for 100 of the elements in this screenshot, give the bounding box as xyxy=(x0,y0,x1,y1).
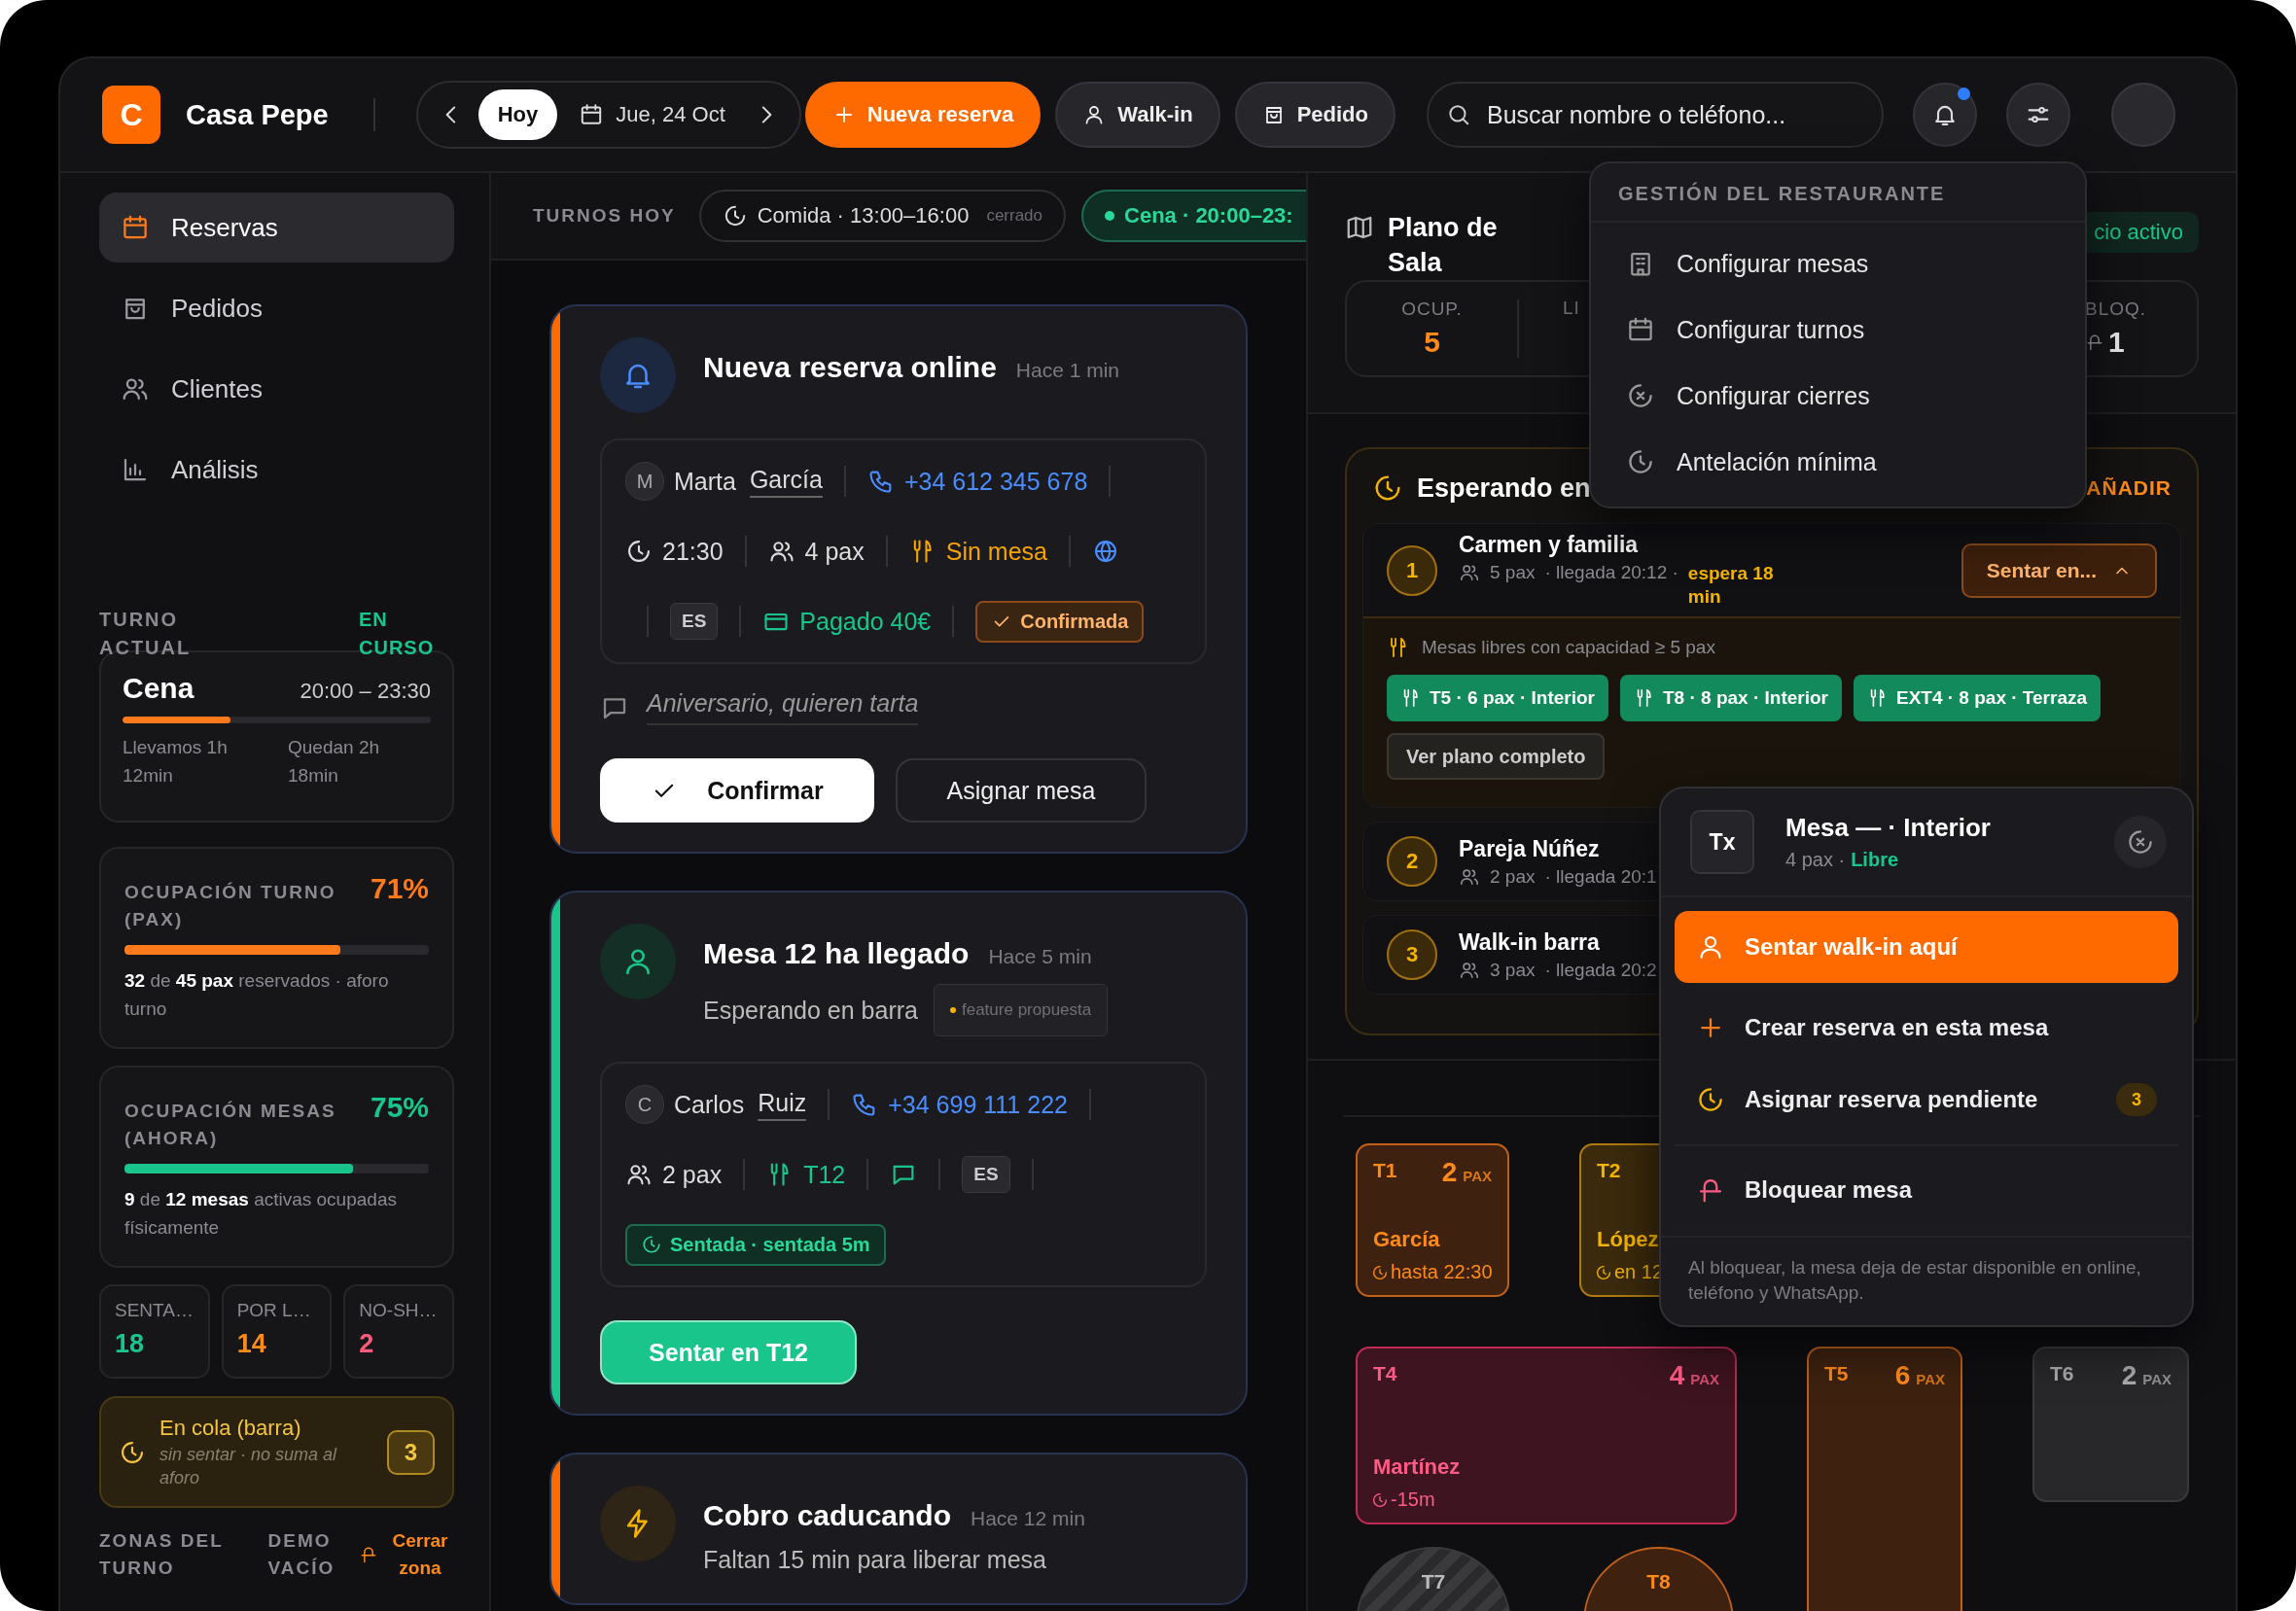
position-badge: 3 xyxy=(1387,929,1437,980)
table-code: T4 xyxy=(1373,1362,1397,1384)
action-label: Crear reserva en esta mesa xyxy=(1745,1014,2049,1041)
language-badge: ES xyxy=(670,603,719,640)
add-button[interactable]: AÑADIR xyxy=(2086,476,2172,500)
shift-tab[interactable]: Comida · 13:00–16:00 cerrado xyxy=(698,190,1067,242)
arrival-time: · llegada 20:2 xyxy=(1544,959,1657,981)
table-code: T8 xyxy=(1646,1570,1671,1594)
availability-status: Libre xyxy=(1851,849,1899,871)
note-text: Aniversario, quieren tarta xyxy=(647,689,919,725)
table-suggestion[interactable]: EXT4 · 8 pax · Terraza xyxy=(1853,675,2102,721)
nav-item[interactable]: Reservas xyxy=(99,193,454,263)
status-dot xyxy=(1105,211,1115,221)
table-code: T5 xyxy=(1824,1362,1849,1384)
table-code: T7 xyxy=(1421,1570,1446,1594)
position-badge: 2 xyxy=(1387,836,1437,887)
nav-item[interactable]: Clientes xyxy=(99,354,454,424)
search-field[interactable]: Buscar nombre o teléfono... xyxy=(1427,82,1884,148)
table-time: hasta 22:30 xyxy=(1391,1261,1493,1283)
nav-item[interactable]: Pedidos xyxy=(99,273,454,343)
timestamp: Hace 1 min xyxy=(1015,359,1120,382)
party-size: 2 pax xyxy=(662,1160,723,1189)
shift-tab[interactable]: Cena · 20:00–23: xyxy=(1081,190,1306,242)
section-heading: ZONAS DEL TURNO xyxy=(99,1529,225,1580)
hint-text: Mesas libres con capacidad ≥ 5 pax xyxy=(1422,637,1715,658)
card-title: OCUPACIÓN MESAS (AHORA) xyxy=(124,1100,337,1150)
stat-label: NO-SH… xyxy=(359,1300,439,1321)
logo: C xyxy=(102,86,160,144)
table-assignment: T12 xyxy=(803,1160,846,1189)
initial-avatar: M xyxy=(625,462,664,501)
capacity: 6 xyxy=(1894,1360,1911,1391)
order-button[interactable]: Pedido xyxy=(1234,82,1395,148)
stat-value: 5 xyxy=(1424,326,1440,359)
table[interactable]: T5 6 PAX xyxy=(1807,1347,1962,1611)
payment-status: Pagado 40€ xyxy=(799,607,932,636)
seat-dropdown-button[interactable]: Sentar en... xyxy=(1960,543,2157,598)
close-zone-link[interactable]: Cerrar zona xyxy=(386,1527,454,1582)
arrival-time: · llegada 20:12 · xyxy=(1544,562,1678,583)
menu-item[interactable]: Crear reserva en esta mesa xyxy=(1675,993,2178,1063)
table-suggestion[interactable]: T8 · 8 pax · Interior xyxy=(1620,675,1842,721)
waitlist-entry[interactable]: 1 Carmen y familia 5 pax · llegada 20:12 · espera 18 min Sentar en... Mesas libres con capacidad ≥ 5 pax T5 · 6 pax · Interior T8 · 8 pax · Interior EXT4 · 8 pax · Terraza Ver plano completo xyxy=(1362,523,2181,808)
table-code: T6 xyxy=(2050,1362,2074,1384)
queue-title: En cola (barra) xyxy=(159,1415,302,1441)
notification-subtitle: Esperando en barra xyxy=(703,996,918,1025)
table[interactable]: T4 4 PAX Martínez -15m xyxy=(1356,1347,1737,1524)
walk-in-button[interactable]: Walk-in xyxy=(1055,82,1220,148)
table-assignment: Sin mesa xyxy=(945,537,1047,566)
stat-value: 2 xyxy=(359,1329,375,1359)
table[interactable]: T7 xyxy=(1356,1547,1511,1611)
occupancy-note: 9 de 12 mesas activas ocupadas físicamente xyxy=(124,1188,398,1240)
confirm-button[interactable]: Confirmar xyxy=(600,758,874,823)
stat-value: 1 xyxy=(2108,326,2125,359)
capacity: 2 xyxy=(1441,1157,1458,1188)
guest-name: Carmen y familia xyxy=(1459,532,1640,558)
clock-icon xyxy=(641,1234,662,1255)
first-name: Carlos xyxy=(674,1090,745,1119)
demo-label: DEMO VACÍO xyxy=(267,1529,336,1580)
occupancy-note: 32 de 45 pax reservados · aforo turno xyxy=(124,969,390,1021)
count-badge: 3 xyxy=(2116,1083,2157,1116)
date-picker[interactable]: Jue, 24 Oct xyxy=(565,102,739,127)
table[interactable]: T8 xyxy=(1583,1547,1734,1611)
menu-item[interactable]: Asignar reserva pendiente 3 xyxy=(1675,1065,2178,1135)
guest-name: Martínez xyxy=(1373,1454,1461,1480)
menu-item[interactable]: Bloquear mesa xyxy=(1675,1144,2178,1234)
menu-item[interactable]: Configurar cierres xyxy=(1591,363,2085,429)
timestamp: Hace 5 min xyxy=(988,945,1092,968)
guest-name: Walk-in barra xyxy=(1459,928,1601,956)
remaining-text: Quedan 2h 18min xyxy=(288,736,381,788)
booking-time: 21:30 xyxy=(662,537,724,566)
phone-link[interactable]: +34 612 345 678 xyxy=(866,467,1088,496)
capacity-unit: PAX xyxy=(1690,1371,1719,1387)
search-icon xyxy=(1446,102,1471,127)
status-text: Confirmada xyxy=(1020,610,1129,633)
table-code-badge: Tx xyxy=(1690,810,1754,874)
stat-label: LI xyxy=(1563,298,1580,319)
party-size: 5 pax xyxy=(1490,562,1536,583)
capacity-unit: PAX xyxy=(1916,1371,1945,1387)
table-suggestion[interactable]: T5 · 6 pax · Interior xyxy=(1387,675,1608,721)
assign-table-button[interactable]: Asignar mesa xyxy=(896,758,1147,823)
section-heading: TURNO ACTUAL xyxy=(99,608,193,660)
party-size: 2 pax xyxy=(1490,865,1536,888)
queue-subtitle: sin sentar · no suma al aforo xyxy=(159,1443,338,1489)
section-heading: TURNOS HOY xyxy=(533,205,676,227)
nav-item[interactable]: Análisis xyxy=(99,435,454,505)
view-plan-button[interactable]: Ver plano completo xyxy=(1387,733,1606,780)
menu-item[interactable]: Configurar turnos xyxy=(1591,297,2085,363)
today-button[interactable]: Hoy xyxy=(477,89,558,140)
users-icon xyxy=(1459,562,1480,583)
count-badge: 3 xyxy=(387,1429,435,1475)
phone-link[interactable]: +34 699 111 222 xyxy=(851,1090,1068,1119)
notification-title: Nueva reserva online xyxy=(703,351,997,384)
clock-icon xyxy=(1371,1490,1389,1509)
table[interactable]: T6 2 PAX xyxy=(2032,1347,2189,1502)
notification-title: Cobro caducando xyxy=(703,1499,951,1532)
table-code: T2 xyxy=(1597,1159,1621,1181)
guest-name: García xyxy=(1373,1227,1440,1252)
menu-item[interactable]: Antelación mínima xyxy=(1591,429,2085,495)
notification-subtitle: Faltan 15 min para liberar mesa xyxy=(703,1546,1046,1574)
table[interactable]: T1 2 PAX García hasta 22:30 xyxy=(1356,1143,1509,1297)
panel-title: Esperando en xyxy=(1417,473,1591,504)
